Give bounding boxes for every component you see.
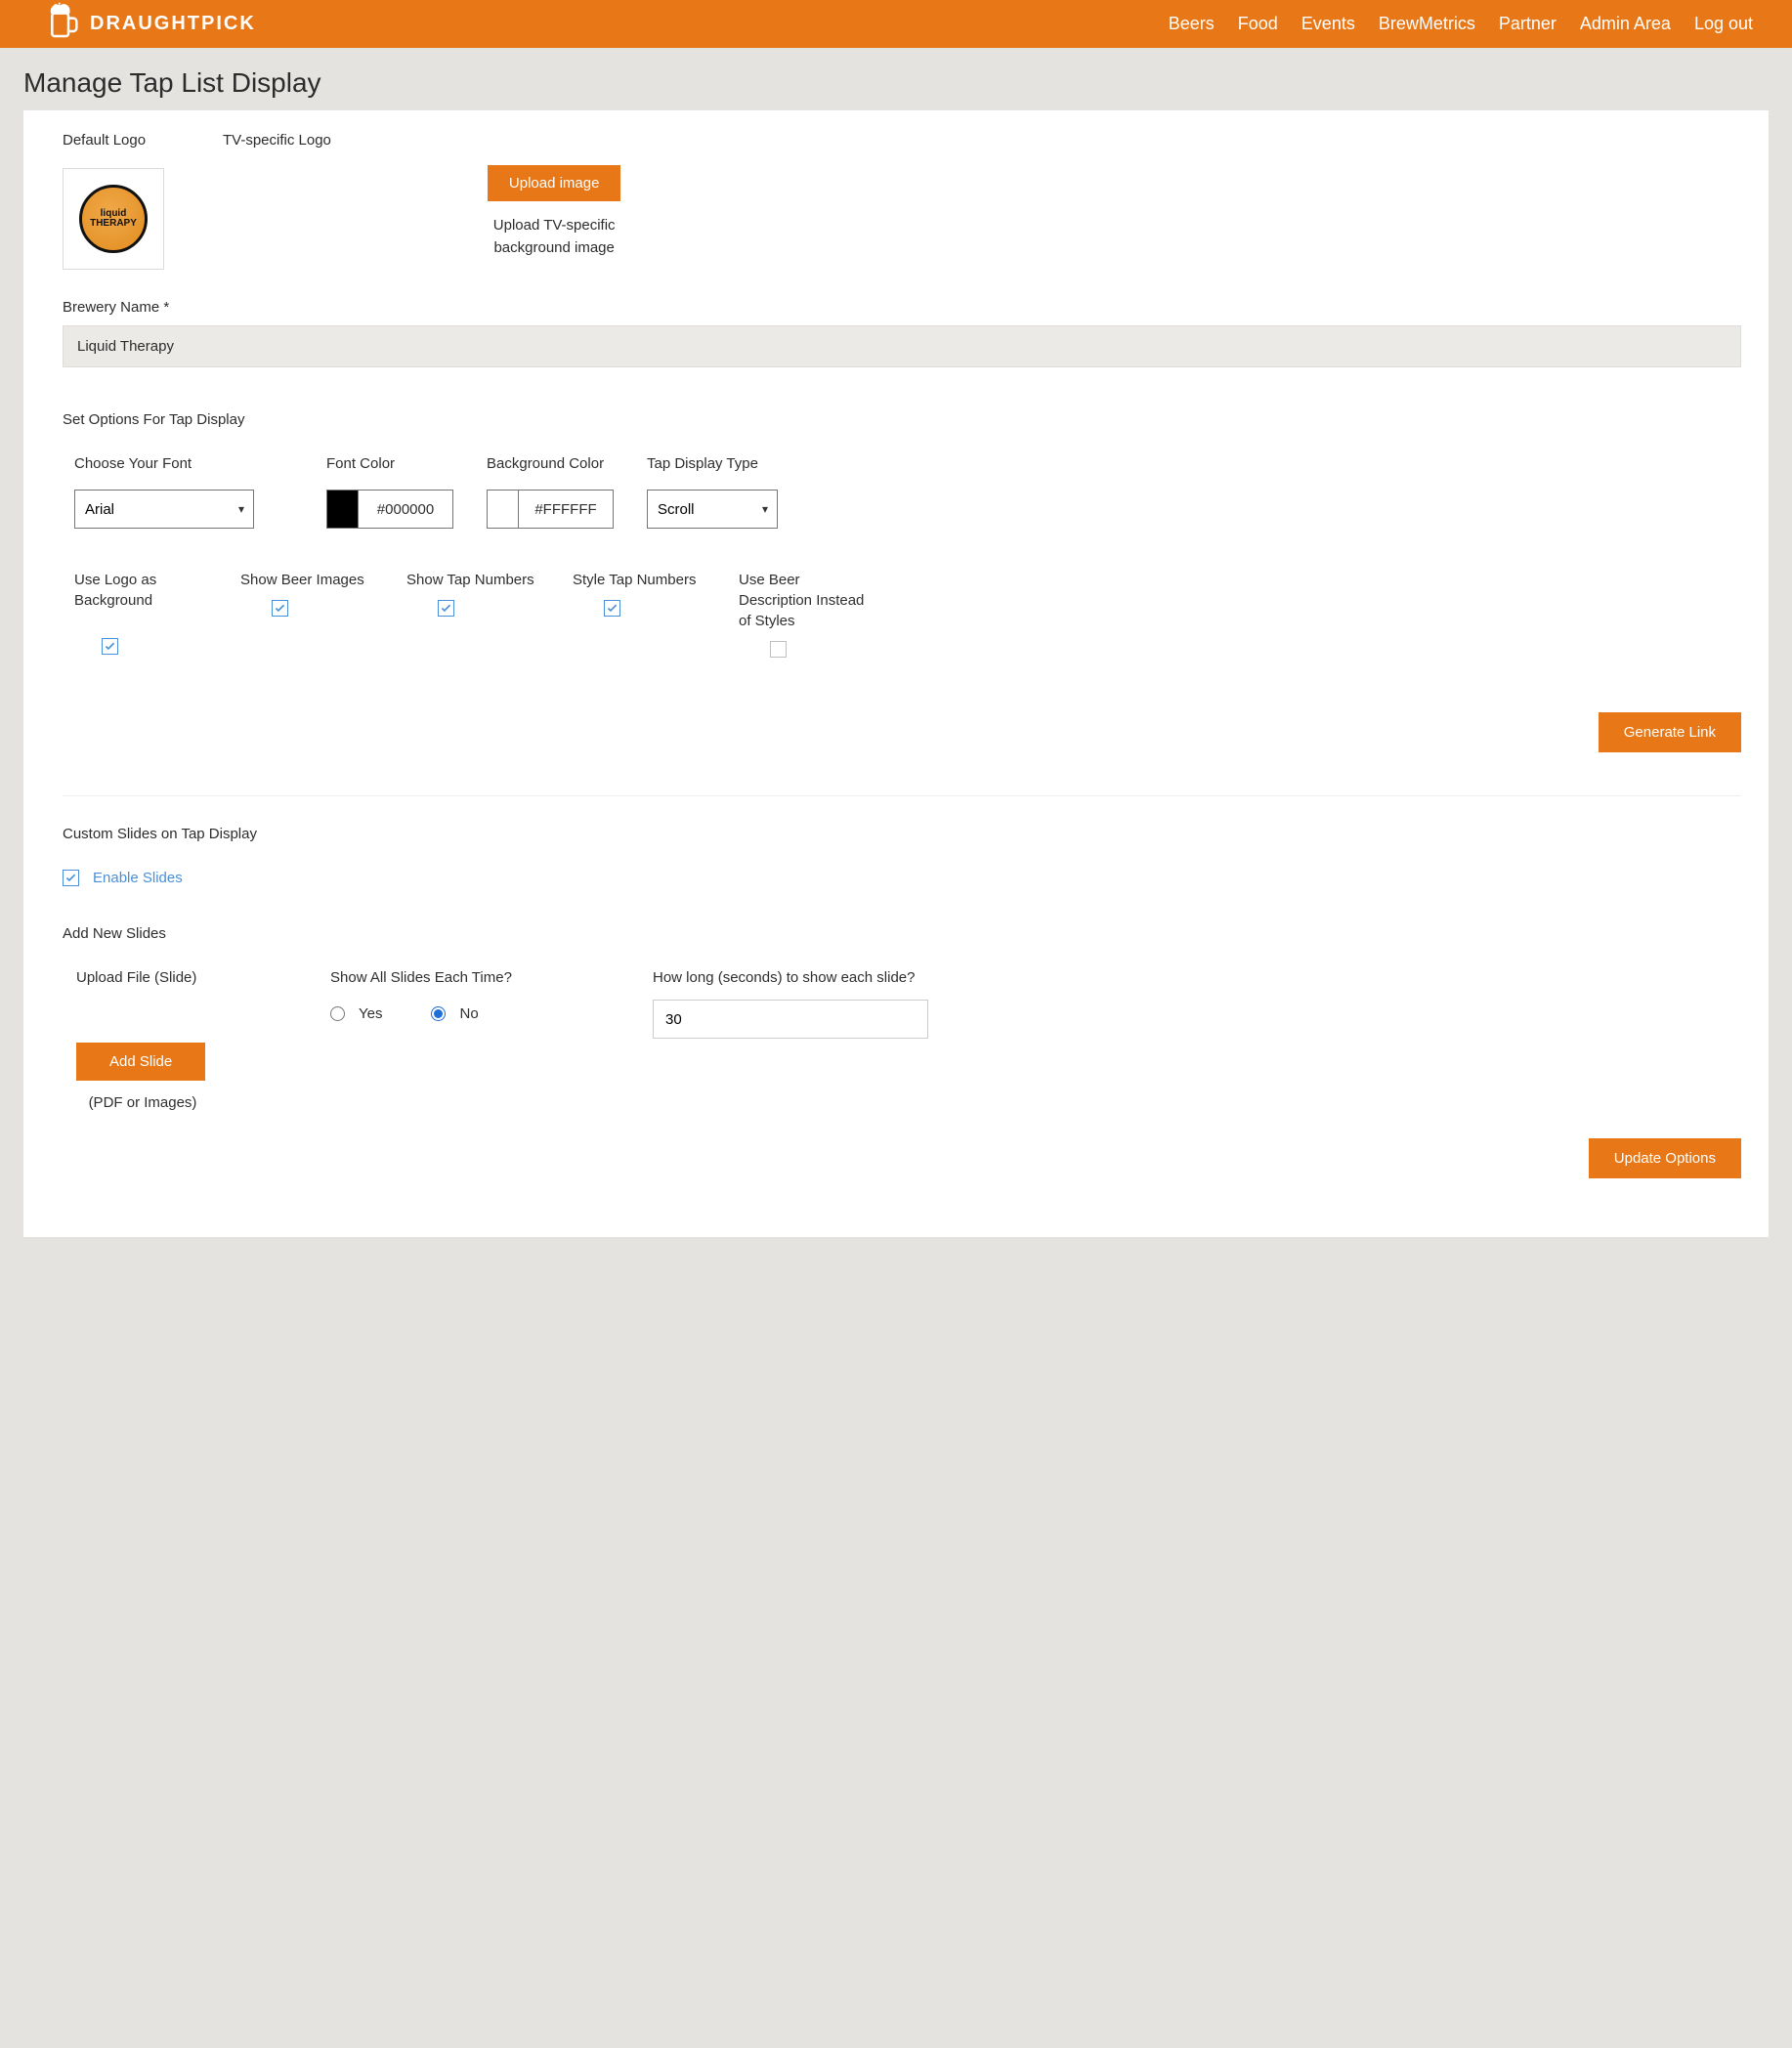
cb-style-tap[interactable] <box>604 600 620 617</box>
default-logo-label: Default Logo <box>63 132 164 149</box>
cb-tap-numbers[interactable] <box>438 600 454 617</box>
radio-yes[interactable] <box>330 1006 345 1021</box>
bg-color-label: Background Color <box>487 455 614 472</box>
options-checkbox-row: Use Logo as Background Show Beer Images … <box>74 570 1741 661</box>
nav-food[interactable]: Food <box>1238 14 1278 34</box>
display-type-label: Tap Display Type <box>647 455 778 472</box>
radio-yes-wrap[interactable]: Yes <box>330 1005 382 1022</box>
font-label: Choose Your Font <box>74 455 254 472</box>
options-heading: Set Options For Tap Display <box>63 411 1741 428</box>
nav-admin[interactable]: Admin Area <box>1580 14 1671 34</box>
nav-brewmetrics[interactable]: BrewMetrics <box>1379 14 1475 34</box>
show-all-label: Show All Slides Each Time? <box>330 969 614 986</box>
brewery-logo-icon: liquid THERAPY <box>79 185 148 253</box>
options-row1: Choose Your Font Arial ▾ Font Color #000… <box>74 455 1741 529</box>
enable-slides-row: Enable Slides <box>63 870 1741 886</box>
cb-beer-images[interactable] <box>272 600 288 617</box>
divider <box>63 795 1741 796</box>
brand: DRAUGHTPICK <box>47 2 256 47</box>
logo-section: Default Logo liquid THERAPY TV-specific … <box>63 132 1741 270</box>
upload-desc: Upload TV-specific background image <box>488 215 621 259</box>
font-select[interactable]: Arial ▾ <box>74 490 254 529</box>
main-card: Default Logo liquid THERAPY TV-specific … <box>23 110 1769 1237</box>
font-color-swatch <box>327 491 359 528</box>
nav-logout[interactable]: Log out <box>1694 14 1753 34</box>
update-options-button[interactable]: Update Options <box>1589 1138 1741 1178</box>
cb-logo-bg[interactable] <box>102 638 118 655</box>
nav: Beers Food Events BrewMetrics Partner Ad… <box>1169 14 1753 34</box>
default-logo-preview: liquid THERAPY <box>63 168 164 270</box>
file-hint: (PDF or Images) <box>76 1094 209 1111</box>
topbar: DRAUGHTPICK Beers Food Events BrewMetric… <box>0 0 1792 48</box>
slides-heading: Custom Slides on Tap Display <box>63 826 1741 842</box>
cb-label-beer-images: Show Beer Images <box>240 570 364 590</box>
brand-name: DRAUGHTPICK <box>90 13 256 35</box>
cb-label-tap-numbers: Show Tap Numbers <box>406 570 534 590</box>
cb-enable-slides[interactable] <box>63 870 79 886</box>
page-title: Manage Tap List Display <box>0 48 1792 110</box>
bg-color-input[interactable]: #FFFFFF <box>487 490 614 529</box>
bg-color-swatch <box>488 491 519 528</box>
brewery-name-label: Brewery Name * <box>63 299 1741 316</box>
display-type-select[interactable]: Scroll ▾ <box>647 490 778 529</box>
cb-label-style-tap: Style Tap Numbers <box>573 570 696 590</box>
brewery-name-input[interactable] <box>63 325 1741 367</box>
duration-label: How long (seconds) to show each slide? <box>653 969 946 986</box>
font-color-input[interactable]: #000000 <box>326 490 453 529</box>
cb-label-use-desc: Use Beer Description Instead of Styles <box>739 570 875 631</box>
generate-link-button[interactable]: Generate Link <box>1599 712 1741 752</box>
add-slide-button[interactable]: Add Slide <box>76 1043 205 1081</box>
duration-input[interactable] <box>653 1000 928 1039</box>
radio-no[interactable] <box>431 1006 446 1021</box>
upload-file-label: Upload File (Slide) <box>76 969 291 986</box>
nav-events[interactable]: Events <box>1301 14 1355 34</box>
nav-beers[interactable]: Beers <box>1169 14 1215 34</box>
cb-label-logo-bg: Use Logo as Background <box>74 570 211 611</box>
cb-use-desc[interactable] <box>770 641 787 658</box>
radio-no-wrap[interactable]: No <box>431 1005 478 1022</box>
nav-partner[interactable]: Partner <box>1499 14 1557 34</box>
add-slides-heading: Add New Slides <box>63 925 1741 942</box>
font-color-label: Font Color <box>326 455 453 472</box>
upload-image-button[interactable]: Upload image <box>488 165 621 201</box>
beer-mug-icon <box>47 2 80 47</box>
enable-slides-label: Enable Slides <box>93 870 183 886</box>
slides-grid: Upload File (Slide) Add Slide (PDF or Im… <box>76 969 1741 1111</box>
tv-logo-label: TV-specific Logo <box>223 132 331 149</box>
